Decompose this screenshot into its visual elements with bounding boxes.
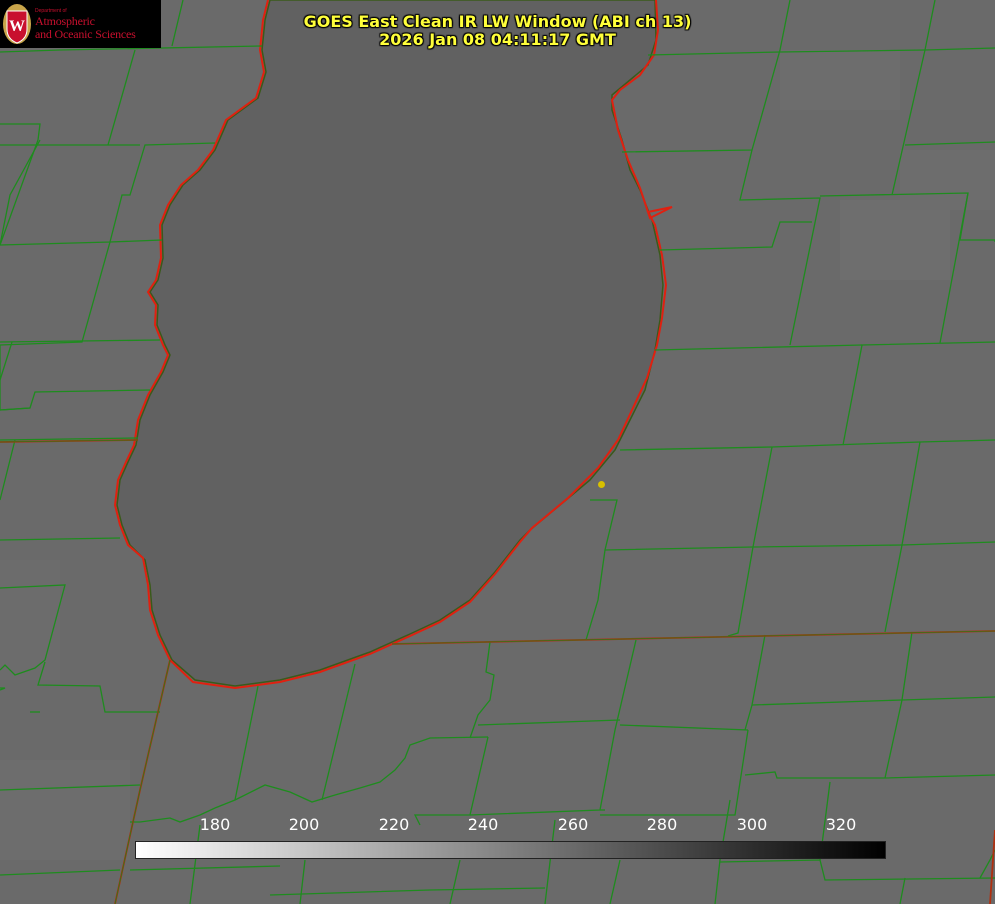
colorbar-tick-label: 200 — [288, 815, 320, 834]
image-title: GOES East Clean IR LW Window (ABI ch 13) — [303, 12, 692, 31]
colorbar-tick-label: 180 — [199, 815, 231, 834]
image-timestamp: 2026 Jan 08 04:11:17 GMT — [379, 30, 616, 49]
colorbar-tick-label: 320 — [825, 815, 857, 834]
colorbar-tick-label: 240 — [467, 815, 499, 834]
colorbar-tick-label: 260 — [557, 815, 589, 834]
location-marker — [598, 481, 605, 488]
colorbar-tick-label: 280 — [646, 815, 678, 834]
satellite-map — [0, 0, 995, 904]
colorbar-gradient — [135, 841, 886, 859]
colorbar-tick-label: 300 — [736, 815, 768, 834]
colorbar-tick-label: 220 — [378, 815, 410, 834]
